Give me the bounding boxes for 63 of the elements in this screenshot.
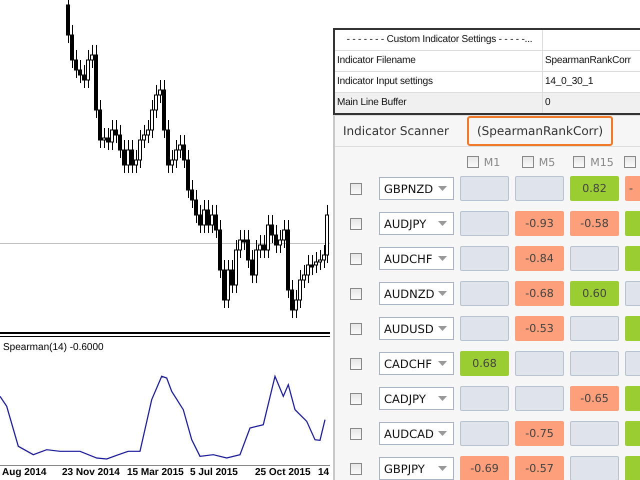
checkbox[interactable] bbox=[350, 358, 362, 370]
date-label: 5 Jul 2015 bbox=[190, 467, 238, 478]
setting-value: 14_0_30_1 bbox=[544, 75, 594, 89]
symbol-dropdown[interactable]: CADCHF bbox=[379, 352, 454, 375]
value-cell: - bbox=[625, 176, 640, 201]
setting-label: Indicator Input settings bbox=[335, 72, 543, 92]
value-cell: -0.93 bbox=[515, 211, 564, 236]
caret-icon bbox=[438, 361, 447, 366]
caret-icon bbox=[438, 466, 447, 471]
value-cell: 0.68 bbox=[460, 351, 509, 376]
caret-icon bbox=[438, 291, 447, 296]
tab[interactable]: (SpearmanRankCorr) bbox=[466, 116, 614, 146]
value-cell: 0.60 bbox=[570, 281, 619, 306]
caret-icon bbox=[438, 326, 447, 331]
value-cell: -0.57 bbox=[515, 456, 564, 480]
value-cell: -0.75 bbox=[515, 421, 564, 446]
checkbox[interactable] bbox=[624, 156, 636, 168]
value-cell: -0.53 bbox=[515, 316, 564, 341]
value-cell: -0.65 bbox=[570, 386, 619, 411]
setting-value: SpearmanRankCorr bbox=[544, 54, 632, 68]
value-cell: -0.68 bbox=[515, 281, 564, 306]
checkbox[interactable] bbox=[350, 322, 362, 334]
symbol-dropdown[interactable]: AUDNZD bbox=[379, 282, 454, 305]
checkbox[interactable] bbox=[350, 252, 362, 264]
value-cell: -0.58 bbox=[570, 211, 619, 236]
checkbox[interactable] bbox=[350, 288, 362, 300]
checkbox[interactable] bbox=[350, 392, 362, 404]
value-cell: 0.82 bbox=[570, 176, 619, 201]
column-label: M5 bbox=[538, 156, 556, 168]
caret-icon bbox=[438, 431, 447, 436]
symbol-dropdown[interactable]: AUDUSD bbox=[379, 317, 454, 340]
date-label: 15 Mar 2015 bbox=[127, 467, 184, 478]
caret-icon bbox=[438, 396, 447, 401]
value-cell: -0.69 bbox=[460, 456, 509, 480]
column-label: M1 bbox=[484, 156, 500, 168]
checkbox[interactable] bbox=[573, 156, 586, 168]
indicator-label: Spearman(14) -0.6000 bbox=[2, 341, 104, 354]
checkbox[interactable] bbox=[350, 462, 362, 474]
checkbox[interactable] bbox=[350, 428, 362, 440]
caret-icon bbox=[438, 256, 447, 261]
settings-header: - - - - - - - Custom Indicator Settings - - - - -... bbox=[335, 30, 543, 50]
symbol-dropdown[interactable]: GBPNZD bbox=[379, 177, 454, 200]
date-label: 14 bbox=[318, 467, 330, 478]
symbol-dropdown[interactable]: AUDCHF bbox=[379, 247, 454, 270]
symbol-dropdown[interactable]: AUDJPY bbox=[379, 212, 454, 235]
symbol-dropdown[interactable]: CADJPY bbox=[379, 387, 454, 410]
tab[interactable]: Indicator Scanner bbox=[338, 116, 454, 146]
checkbox[interactable] bbox=[350, 182, 362, 194]
checkbox[interactable] bbox=[522, 156, 534, 168]
setting-label: Indicator Filename bbox=[335, 51, 543, 71]
checkbox[interactable] bbox=[466, 156, 479, 168]
column-label: M15 bbox=[590, 156, 614, 168]
caret-icon bbox=[438, 186, 447, 191]
date-label: Aug 2014 bbox=[2, 467, 46, 478]
symbol-dropdown[interactable]: GBPJPY bbox=[379, 457, 454, 480]
caret-icon bbox=[438, 221, 447, 226]
checkbox[interactable] bbox=[350, 218, 362, 230]
setting-value: 0 bbox=[544, 96, 552, 110]
value-cell: -0.84 bbox=[515, 246, 564, 271]
date-label: 25 Oct 2015 bbox=[255, 467, 311, 478]
symbol-dropdown[interactable]: AUDCAD bbox=[379, 422, 454, 445]
setting-label: Main Line Buffer bbox=[335, 93, 543, 113]
date-label: 23 Nov 2014 bbox=[62, 467, 120, 478]
